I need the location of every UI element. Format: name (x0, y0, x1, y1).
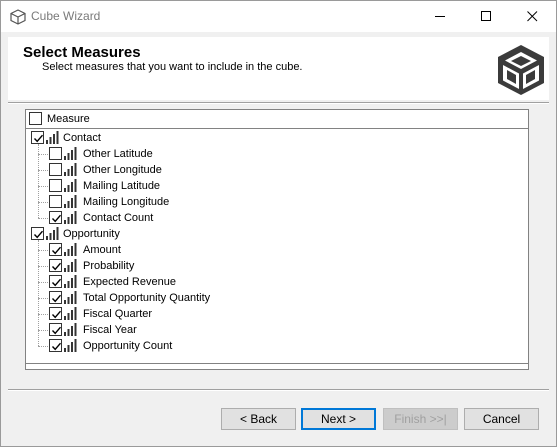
measure-icon (63, 243, 77, 256)
tree-scroll-edge (26, 363, 528, 364)
measure-label: Fiscal Quarter (83, 308, 153, 320)
measure-checkbox[interactable] (49, 211, 62, 224)
measure-root-checkbox[interactable] (29, 112, 42, 125)
tree-connector (38, 170, 48, 171)
tree-connector (38, 250, 48, 251)
measure-label: Other Latitude (83, 148, 153, 160)
tree-connector (38, 266, 48, 267)
measure-label: Mailing Latitude (83, 180, 161, 192)
next-button[interactable]: Next > (301, 408, 376, 430)
measure-label: Fiscal Year (83, 324, 137, 336)
tree-connector (38, 314, 48, 315)
measure-label: Opportunity Count (83, 340, 173, 352)
cancel-button[interactable]: Cancel (464, 408, 539, 430)
measure-label: Amount (83, 244, 121, 256)
tree-connector (38, 202, 48, 203)
measure-icon (63, 259, 77, 272)
maximize-button[interactable] (464, 1, 510, 32)
measure-icon (63, 291, 77, 304)
tree-connector (38, 346, 48, 347)
tree-connector (38, 218, 48, 219)
cube-wizard-window: Cube Wizard Select Measures Select measu… (0, 0, 557, 447)
minimize-icon (435, 16, 445, 17)
measure-checkbox[interactable] (49, 339, 62, 352)
tree-connector (38, 240, 39, 346)
cube-logo-icon (498, 45, 544, 95)
title-bar[interactable]: Cube Wizard (1, 1, 556, 32)
measure-icon (63, 339, 77, 352)
measure-checkbox[interactable] (49, 147, 62, 160)
measure-checkbox[interactable] (49, 243, 62, 256)
tree-connector (38, 186, 48, 187)
tree-header-label: Measure (47, 113, 90, 125)
measure-checkbox[interactable] (49, 307, 62, 320)
group-checkbox[interactable] (31, 131, 44, 144)
measure-label: Probability (83, 260, 135, 272)
tree-connector (38, 282, 48, 283)
window-title: Cube Wizard (31, 9, 101, 23)
close-icon (527, 11, 538, 22)
measure-icon (63, 323, 77, 336)
measure-checkbox[interactable] (49, 163, 62, 176)
measure-label: Other Longitude (83, 164, 162, 176)
measure-checkbox[interactable] (49, 179, 62, 192)
measures-tree[interactable]: Measure Contact Other Latitude Other Longi… (25, 109, 529, 370)
page-subtitle: Select measures that you want to include… (42, 61, 303, 73)
measure-label: Total Opportunity Quantity (83, 292, 211, 304)
measure-icon (63, 163, 77, 176)
tree-connector (38, 298, 48, 299)
measure-checkbox[interactable] (49, 323, 62, 336)
group-label: Opportunity (63, 228, 120, 240)
tree-connector (38, 154, 48, 155)
group-checkbox[interactable] (31, 227, 44, 240)
back-button[interactable]: < Back (221, 408, 296, 430)
page-title: Select Measures (23, 44, 141, 61)
header-separator (8, 102, 549, 104)
tree-connector (38, 330, 48, 331)
measure-icon (63, 307, 77, 320)
measure-icon (63, 147, 77, 160)
measure-group-icon (45, 227, 59, 240)
measure-label: Contact Count (83, 212, 154, 224)
footer-separator (8, 389, 549, 391)
tree-header-row: Measure (26, 110, 528, 129)
measure-icon (63, 179, 77, 192)
minimize-button[interactable] (418, 1, 464, 32)
finish-button[interactable]: Finish >>| (383, 408, 458, 430)
measure-checkbox[interactable] (49, 291, 62, 304)
cube-icon (10, 9, 26, 25)
measure-checkbox[interactable] (49, 259, 62, 272)
group-label: Contact (63, 132, 101, 144)
measure-checkbox[interactable] (49, 275, 62, 288)
measure-label: Expected Revenue (83, 276, 176, 288)
measure-icon (63, 211, 77, 224)
maximize-icon (481, 11, 491, 21)
measure-icon (63, 275, 77, 288)
close-button[interactable] (510, 1, 556, 32)
measure-checkbox[interactable] (49, 195, 62, 208)
tree-connector (38, 144, 39, 218)
wizard-header: Select Measures Select measures that you… (8, 37, 549, 100)
measure-label: Mailing Longitude (83, 196, 170, 208)
measure-group-icon (45, 131, 59, 144)
measure-icon (63, 195, 77, 208)
